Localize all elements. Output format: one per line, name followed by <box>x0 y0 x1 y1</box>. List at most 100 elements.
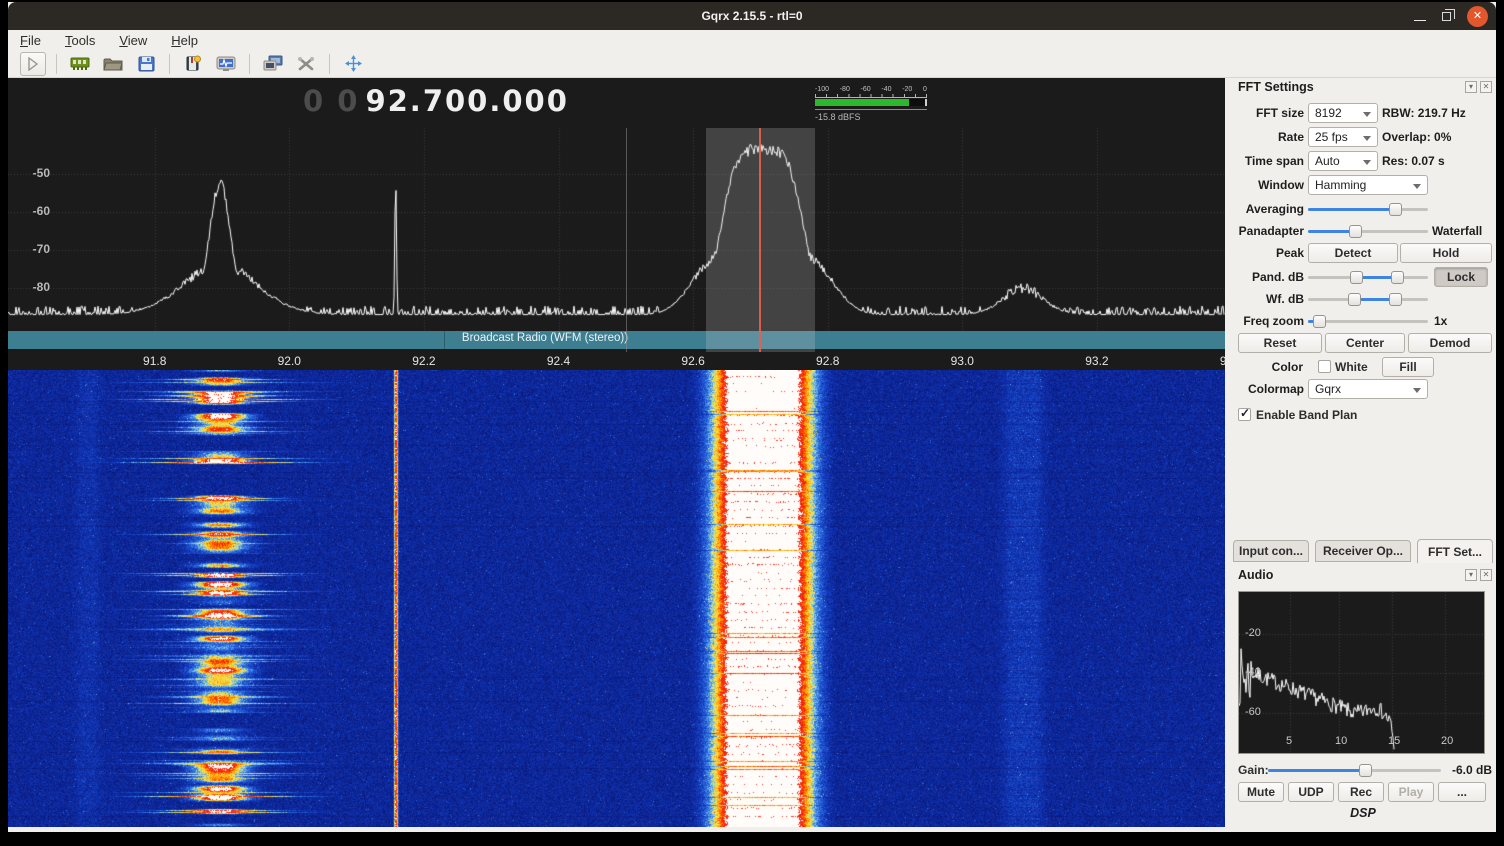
freq-zoom-slider[interactable] <box>1308 315 1428 328</box>
averaging-slider-handle[interactable] <box>1389 203 1402 216</box>
frequency-scale[interactable]: 91.892.092.292.492.692.893.093.293.4 <box>8 352 1225 370</box>
pand-db-high-handle[interactable] <box>1391 271 1404 284</box>
center-view-button[interactable] <box>340 52 366 76</box>
enable-band-plan-checkbox[interactable] <box>1238 408 1251 421</box>
time-span-combo[interactable]: Auto <box>1308 151 1378 171</box>
open-settings-button[interactable] <box>100 52 126 76</box>
fft-settings-title: FFT Settings <box>1238 80 1314 94</box>
tools-button[interactable] <box>293 52 319 76</box>
frequency-scale-label: 93.2 <box>1077 354 1117 368</box>
toolbar <box>8 50 1496 78</box>
meter-scale: -100-80-60-40-200 <box>815 86 927 93</box>
meter-ruler <box>815 94 927 98</box>
tuning-line[interactable] <box>759 128 761 352</box>
colormap-combo[interactable]: Gqrx <box>1308 379 1428 399</box>
fill-button[interactable]: Fill <box>1382 357 1434 377</box>
scope-screen-icon <box>216 56 236 72</box>
audio-gain-handle[interactable] <box>1359 764 1372 777</box>
audio-gain-slider[interactable] <box>1268 764 1441 777</box>
reset-button[interactable]: Reset <box>1238 333 1322 353</box>
mute-button[interactable]: Mute <box>1238 782 1284 802</box>
gqrx-window: Gqrx 2.15.5 - rtl=0 ✕ File Tools View He… <box>8 2 1496 832</box>
float-panel-icon[interactable]: ▾ <box>1465 81 1477 93</box>
remote-control-button[interactable] <box>260 52 286 76</box>
close-icon[interactable]: ✕ <box>1467 6 1488 27</box>
wf-db-low-handle[interactable] <box>1348 293 1361 306</box>
wf-db-high-handle[interactable] <box>1389 293 1402 306</box>
peak-row: Peak Detect Hold <box>1230 243 1496 265</box>
enable-band-plan-label: Enable Band Plan <box>1256 405 1357 425</box>
waterfall[interactable] <box>8 370 1225 827</box>
plot-stack: 0 092.700.000 -100-80-60-40-200 -15.8 dB… <box>8 78 1225 827</box>
audio-fft-plot: -20-40-605101520 <box>1238 591 1485 754</box>
restore-icon[interactable] <box>1442 12 1451 21</box>
color-row: Color White Fill <box>1230 357 1496 377</box>
menu-view[interactable]: View <box>119 33 147 48</box>
waterfall-label: Waterfall <box>1432 221 1482 241</box>
fft-size-value: 8192 <box>1315 106 1342 120</box>
pand-db-low-handle[interactable] <box>1350 271 1363 284</box>
center-button[interactable]: Center <box>1325 333 1405 353</box>
toolbar-separator <box>56 54 57 74</box>
menu-help[interactable]: Help <box>171 33 198 48</box>
audio-y-tick: -60 <box>1245 706 1261 718</box>
averaging-row: Averaging <box>1230 199 1496 219</box>
audio-x-tick: 5 <box>1286 735 1292 747</box>
frequency-scale-label: 92.6 <box>673 354 713 368</box>
panadapter-label: Panadapter <box>1230 221 1304 241</box>
frequency-scale-label: 91.8 <box>135 354 175 368</box>
pand-db-label: Pand. dB <box>1230 267 1304 287</box>
play-button[interactable]: Play <box>1388 782 1434 802</box>
time-span-label: Time span <box>1230 151 1304 171</box>
color-label: Color <box>1230 357 1303 377</box>
pand-db-row: Pand. dB Lock <box>1230 267 1496 287</box>
fft-size-combo[interactable]: 8192 <box>1308 103 1378 123</box>
minimize-icon[interactable] <box>1414 20 1426 21</box>
freq-zoom-handle[interactable] <box>1313 315 1326 328</box>
white-checkbox[interactable] <box>1318 360 1331 373</box>
toolbar-separator <box>329 54 330 74</box>
averaging-slider[interactable] <box>1308 203 1428 216</box>
configure-io-button[interactable] <box>67 52 93 76</box>
panadapter-spectrum[interactable] <box>8 78 1225 370</box>
panadapter-waterfall-handle[interactable] <box>1349 225 1362 238</box>
rate-label: Rate <box>1230 127 1304 147</box>
menu-file[interactable]: File <box>20 33 41 48</box>
overlap-value: Overlap: 0% <box>1382 127 1451 147</box>
pand-db-range-slider[interactable] <box>1308 271 1428 284</box>
peak-detect-button[interactable]: Detect <box>1308 243 1398 263</box>
meter-value: -15.8 dBFS <box>815 112 931 122</box>
frequency-scale-label: 92.4 <box>539 354 579 368</box>
close-panel-icon[interactable]: ✕ <box>1480 81 1492 93</box>
center-frequency-line <box>626 128 627 352</box>
pand-db-lock-button[interactable]: Lock <box>1434 267 1488 287</box>
peak-label: Peak <box>1230 243 1304 263</box>
tab-input-controls[interactable]: Input con... <box>1233 540 1309 562</box>
spectrum-y-tick: -50 <box>20 166 50 180</box>
fft-size-row: FFT size 8192 RBW: 219.7 Hz <box>1230 103 1496 123</box>
peak-hold-button[interactable]: Hold <box>1400 243 1492 263</box>
menu-tools[interactable]: Tools <box>65 33 95 48</box>
more-button[interactable]: ... <box>1438 782 1486 802</box>
wf-db-range-slider[interactable] <box>1308 293 1428 306</box>
tab-receiver-options[interactable]: Receiver Op... <box>1315 540 1411 562</box>
fft-display-button[interactable] <box>213 52 239 76</box>
float-panel-icon[interactable]: ▾ <box>1465 569 1477 581</box>
panadapter-waterfall-slider[interactable] <box>1308 225 1428 238</box>
audio-x-tick: 15 <box>1388 735 1400 747</box>
audio-x-tick: 20 <box>1441 735 1453 747</box>
demod-button[interactable]: Demod <box>1408 333 1492 353</box>
tab-fft-settings[interactable]: FFT Set... <box>1417 539 1493 563</box>
save-settings-button[interactable] <box>133 52 159 76</box>
frequency-scale-label: 92.2 <box>404 354 444 368</box>
close-panel-icon[interactable]: ✕ <box>1480 569 1492 581</box>
start-dsp-button[interactable] <box>20 52 46 76</box>
titlebar[interactable]: Gqrx 2.15.5 - rtl=0 ✕ <box>8 2 1496 30</box>
bookmarks-button[interactable] <box>180 52 206 76</box>
window-combo[interactable]: Hamming <box>1308 175 1428 195</box>
rec-button[interactable]: Rec <box>1338 782 1384 802</box>
udp-button[interactable]: UDP <box>1288 782 1334 802</box>
rate-combo[interactable]: 25 fps <box>1308 127 1378 147</box>
window-label: Window <box>1230 175 1304 195</box>
frequency-display[interactable]: 0 092.700.000 <box>303 84 569 118</box>
